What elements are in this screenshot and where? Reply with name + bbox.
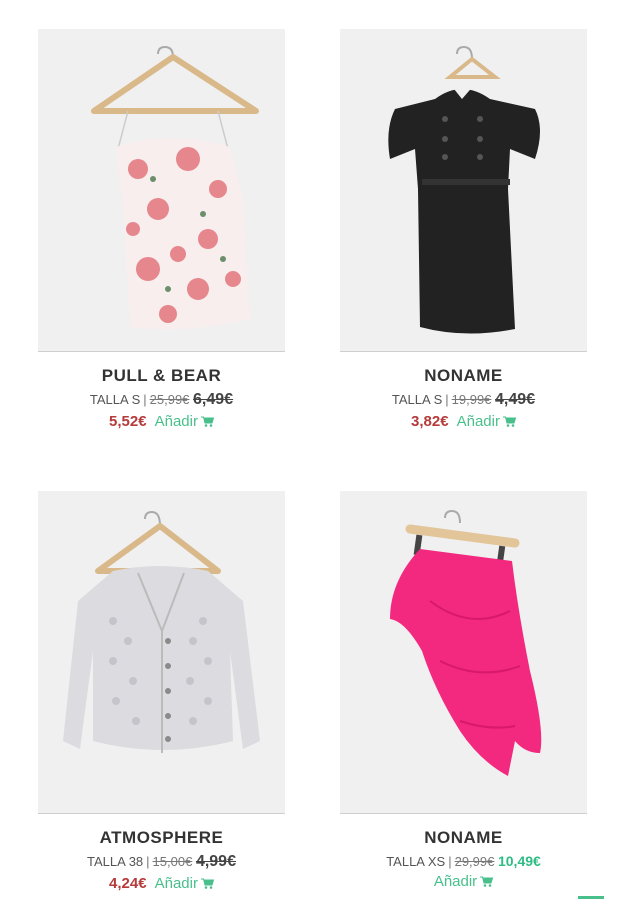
product-image[interactable]: [340, 29, 587, 352]
cart-icon: [502, 416, 516, 427]
original-price: 15,00€: [152, 854, 193, 869]
product-card[interactable]: NONAME TALLA S | 19,99€ 4,49€ 3,82€ Añadir: [340, 29, 587, 430]
original-price: 25,99€: [149, 392, 190, 407]
product-size: TALLA XS: [386, 854, 446, 869]
previous-price: 4,49€: [495, 391, 536, 408]
product-brand[interactable]: NONAME: [340, 366, 587, 386]
add-label: Añadir: [154, 875, 198, 892]
sale-price: 5,52€: [109, 413, 147, 430]
sale-price: 4,24€: [109, 875, 147, 892]
separator: |: [143, 392, 147, 407]
product-image[interactable]: [38, 29, 285, 352]
product-price-line: 4,24€ Añadir: [38, 875, 285, 892]
product-image[interactable]: [38, 491, 285, 814]
add-label: Añadir: [456, 413, 500, 430]
separator: |: [146, 854, 150, 869]
add-to-cart-button[interactable]: Añadir: [155, 413, 214, 430]
dress-black-image: [388, 45, 540, 334]
add-to-cart-button[interactable]: Añadir: [457, 413, 516, 430]
cardigan-image: [63, 510, 260, 753]
product-size-price-line: TALLA XS | 29,99€ 10,49€: [340, 853, 587, 869]
add-label: Añadir: [154, 413, 198, 430]
previous-price: 4,99€: [195, 853, 236, 870]
previous-price: 6,49€: [193, 391, 234, 408]
cart-icon: [480, 876, 494, 887]
product-brand[interactable]: PULL & BEAR: [38, 366, 285, 386]
product-price-line: 3,82€ Añadir: [340, 413, 587, 430]
product-size: TALLA 38: [87, 854, 144, 869]
product-image[interactable]: [340, 491, 587, 814]
separator: |: [448, 854, 452, 869]
scroll-indicator: [578, 896, 604, 899]
current-price: 10,49€: [497, 853, 541, 869]
product-brand[interactable]: ATMOSPHERE: [38, 828, 285, 848]
product-size: TALLA S: [89, 392, 141, 407]
product-card[interactable]: NONAME TALLA XS | 29,99€ 10,49€ Añadir: [340, 491, 587, 890]
cart-icon: [200, 416, 214, 427]
product-size: TALLA S: [391, 392, 443, 407]
product-size-price-line: TALLA S | 19,99€ 4,49€: [340, 391, 587, 409]
product-price-line: 5,52€ Añadir: [38, 413, 285, 430]
product-size-price-line: TALLA S | 25,99€ 6,49€: [38, 391, 285, 409]
product-brand[interactable]: NONAME: [340, 828, 587, 848]
product-size-price-line: TALLA 38 | 15,00€ 4,99€: [38, 853, 285, 871]
skirt-pink-image: [390, 509, 542, 776]
dress-floral-image: [91, 45, 259, 330]
cart-icon: [200, 878, 214, 889]
original-price: 19,99€: [451, 392, 492, 407]
product-card[interactable]: ATMOSPHERE TALLA 38 | 15,00€ 4,99€ 4,24€ Añ…: [38, 491, 285, 892]
separator: |: [445, 392, 449, 407]
product-price-line: Añadir: [340, 873, 587, 890]
add-label: Añadir: [433, 873, 478, 890]
product-card[interactable]: PULL & BEAR TALLA S | 25,99€ 6,49€ 5,52€ Añ…: [38, 29, 285, 430]
original-price: 29,99€: [454, 854, 495, 869]
add-to-cart-button[interactable]: Añadir: [155, 875, 214, 892]
add-to-cart-button[interactable]: Añadir: [433, 873, 494, 890]
sale-price: 3,82€: [411, 413, 449, 430]
